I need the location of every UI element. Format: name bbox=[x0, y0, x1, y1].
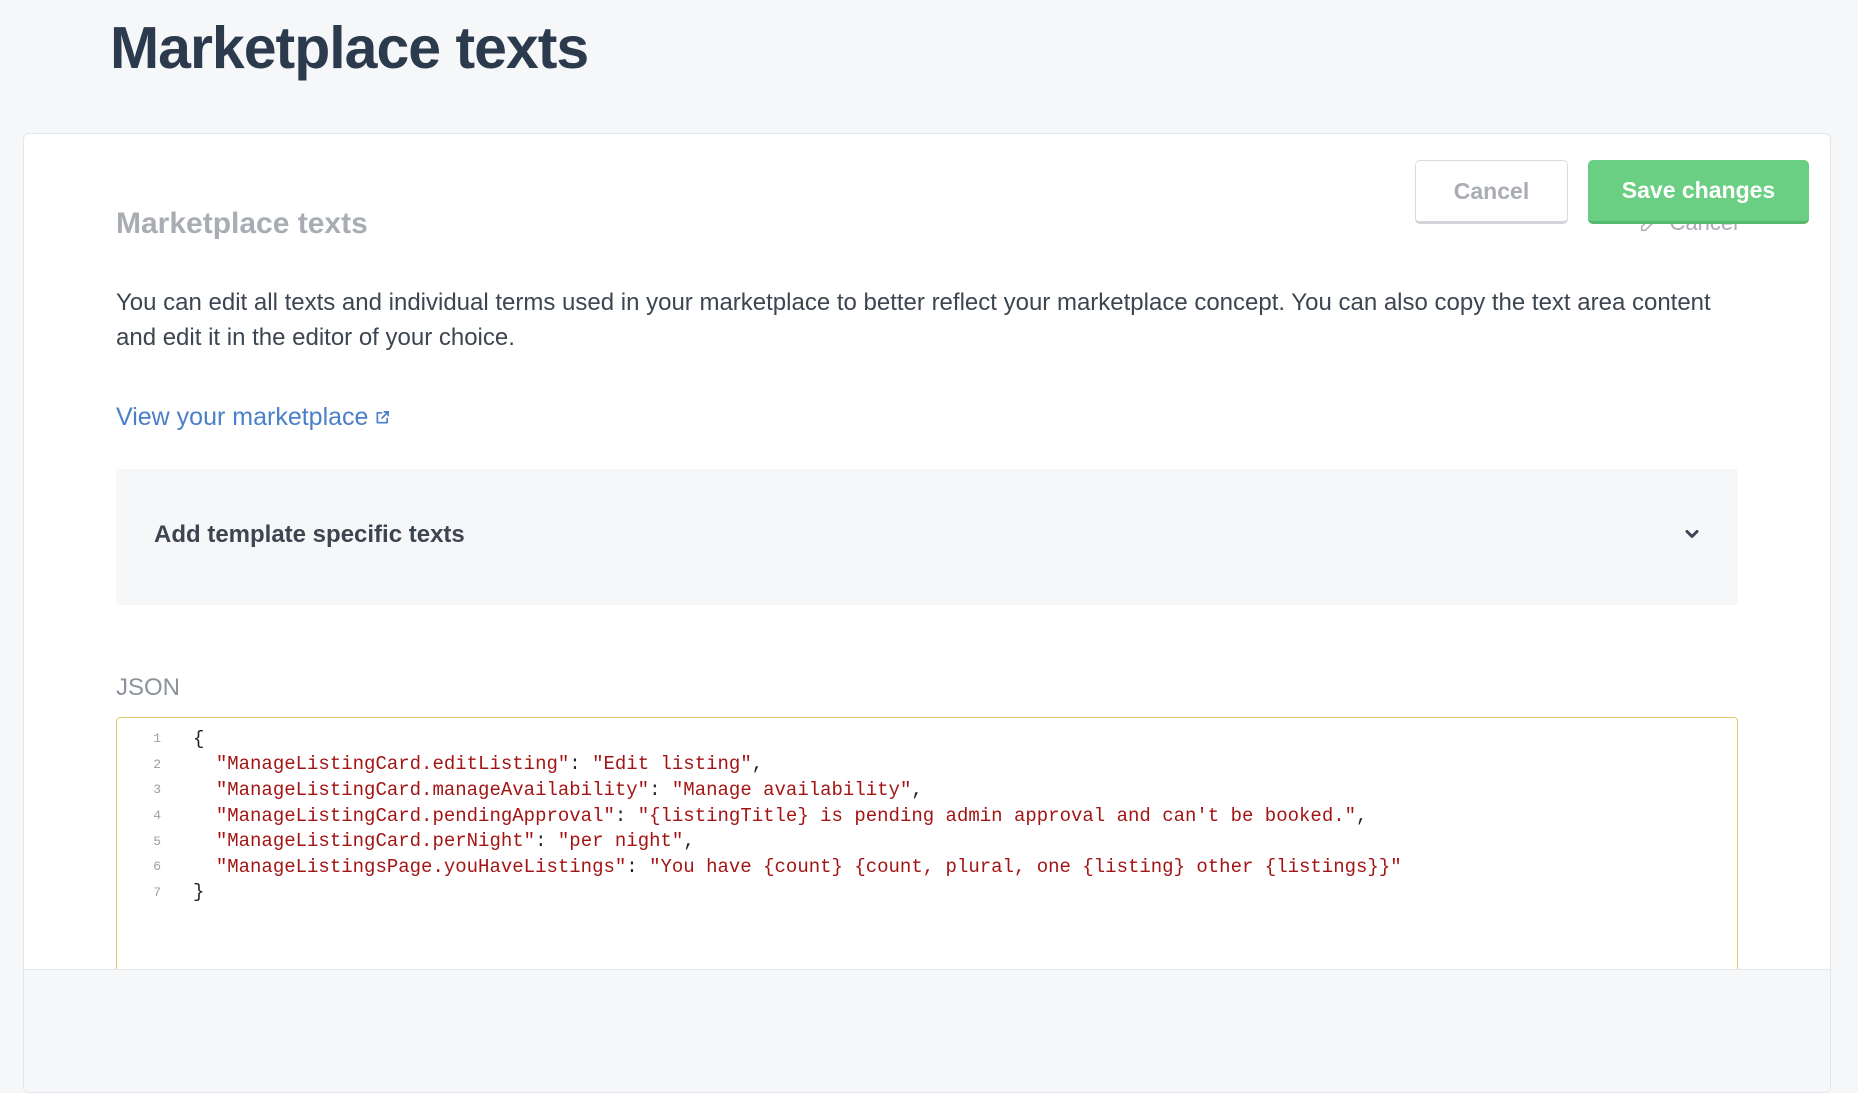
view-marketplace-link[interactable]: View your marketplace bbox=[116, 400, 390, 434]
line-number: 3 bbox=[153, 782, 161, 798]
code-key: "ManageListingCard.pendingApproval" bbox=[215, 804, 615, 827]
external-link-icon bbox=[375, 400, 390, 434]
code-value: "Manage availability" bbox=[671, 778, 912, 801]
code-trailing: , bbox=[1356, 804, 1368, 827]
line-code: { bbox=[161, 728, 204, 750]
line-code: "ManageListingCard.perNight": "per night… bbox=[215, 830, 695, 853]
code-line: 3 "ManageListingCard.manageAvailability"… bbox=[117, 777, 1737, 803]
json-code-editor[interactable]: 1{2 "ManageListingCard.editListing": "Ed… bbox=[116, 717, 1738, 997]
code-value: "Edit listing" bbox=[592, 753, 752, 776]
line-number: 1 bbox=[153, 731, 161, 747]
code-trailing: , bbox=[683, 830, 695, 853]
code-line: 7} bbox=[117, 880, 1737, 906]
code-key: "ManageListingsPage.youHaveListings" bbox=[215, 855, 627, 878]
marketplace-texts-card: Marketplace texts Cancel You can edit al… bbox=[23, 133, 1831, 1093]
code-key: "ManageListingCard.manageAvailability" bbox=[215, 778, 650, 801]
line-number: 2 bbox=[153, 756, 161, 772]
view-marketplace-label: View your marketplace bbox=[116, 403, 369, 431]
line-number: 7 bbox=[153, 884, 161, 900]
line-code: "ManageListingCard.pendingApproval": "{l… bbox=[215, 804, 1368, 827]
code-brace: } bbox=[193, 881, 205, 904]
code-key: "ManageListingCard.perNight" bbox=[215, 830, 536, 853]
code-value: "per night" bbox=[557, 830, 684, 853]
code-line: 2 "ManageListingCard.editListing": "Edit… bbox=[117, 752, 1737, 778]
code-trailing: , bbox=[751, 753, 764, 776]
footer-bar bbox=[24, 969, 1830, 1092]
code-line: 6 "ManageListingsPage.youHaveListings": … bbox=[117, 854, 1737, 880]
save-changes-button[interactable]: Save changes bbox=[1588, 160, 1809, 224]
code-value: "You have {count} {count, plural, one {l… bbox=[649, 855, 1402, 878]
line-code: "ManageListingCard.manageAvailability": … bbox=[215, 778, 923, 801]
accordion-label: Add template specific texts bbox=[154, 521, 465, 548]
code-value: "{listingTitle} is pending admin approva… bbox=[637, 804, 1357, 827]
line-code: "ManageListingCard.editListing": "Edit l… bbox=[215, 753, 764, 776]
section-description: You can edit all texts and individual te… bbox=[116, 289, 1711, 351]
cancel-button[interactable]: Cancel bbox=[1415, 160, 1568, 224]
json-editor-label: JSON bbox=[116, 674, 181, 701]
line-code: "ManageListingsPage.youHaveListings": "Y… bbox=[215, 855, 1402, 878]
page-title: Marketplace texts bbox=[110, 15, 589, 81]
code-line: 5 "ManageListingCard.perNight": "per nig… bbox=[117, 828, 1737, 854]
line-code: } bbox=[161, 881, 204, 903]
code-key: "ManageListingCard.editListing" bbox=[215, 753, 570, 776]
section-title: Marketplace texts bbox=[116, 207, 368, 240]
template-texts-accordion[interactable]: Add template specific texts bbox=[116, 469, 1738, 605]
line-number: 4 bbox=[153, 808, 161, 824]
code-trailing: , bbox=[911, 778, 923, 801]
line-number: 5 bbox=[153, 833, 161, 849]
code-brace: { bbox=[193, 727, 205, 750]
code-line: 4 "ManageListingCard.pendingApproval": "… bbox=[117, 803, 1737, 829]
code-line: 1{ bbox=[117, 726, 1737, 752]
chevron-down-icon bbox=[1684, 527, 1700, 545]
line-number: 6 bbox=[153, 859, 161, 875]
